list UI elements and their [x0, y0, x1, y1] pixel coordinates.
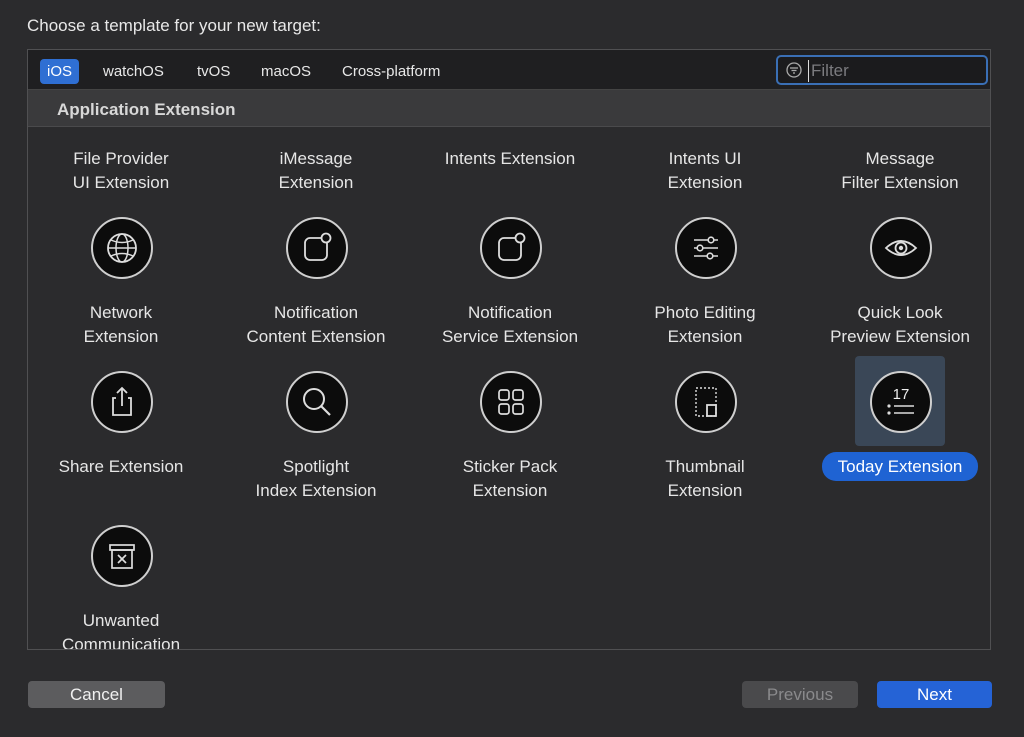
unwanted-communication-icon-tile[interactable] [76, 510, 166, 600]
template-label: Photo Editing Extension [654, 303, 756, 346]
notification-service-icon-tile[interactable] [465, 202, 555, 292]
tab-watchos[interactable]: watchOS [96, 59, 171, 84]
notification-icon [480, 217, 542, 279]
template-label: Intents UI Extension [667, 149, 743, 192]
thumbnail-icon [675, 371, 737, 433]
template-label: Quick Look Preview Extension [830, 303, 970, 346]
share-extension-icon-tile[interactable] [76, 356, 166, 446]
template-message-filter[interactable]: Message Filter Extension [805, 147, 990, 195]
template-label: Spotlight Index Extension [255, 457, 377, 500]
magnifier-icon [286, 371, 348, 433]
tab-cross-platform[interactable]: Cross-platform [335, 59, 447, 84]
photo-editing-icon-tile[interactable] [660, 202, 750, 292]
globe-icon [91, 217, 153, 279]
tab-ios[interactable]: iOS [40, 59, 80, 84]
spotlight-icon-tile[interactable] [271, 356, 361, 446]
template-notification-service[interactable]: Notification Service Extension [415, 301, 605, 349]
calendar-icon: 17 [870, 371, 932, 433]
template-label: Today Extension [837, 457, 963, 476]
next-button[interactable]: Next [877, 681, 992, 708]
template-label: Sticker Pack Extension [462, 457, 558, 500]
notification-content-icon-tile[interactable] [271, 202, 361, 292]
tab-macos[interactable]: macOS [254, 59, 318, 84]
previous-button[interactable]: Previous [742, 681, 858, 708]
thumbnail-icon-tile[interactable] [660, 356, 750, 446]
section-header: Application Extension [28, 90, 990, 127]
template-label: Message Filter Extension [841, 149, 959, 192]
template-label: File Provider UI Extension [72, 149, 170, 192]
template-file-provider-ui[interactable]: File Provider UI Extension [28, 147, 216, 195]
template-intents-ui[interactable]: Intents UI Extension [610, 147, 800, 195]
template-label: Notification Service Extension [441, 303, 579, 346]
filter-icon [786, 62, 802, 78]
template-notification-content[interactable]: Notification Content Extension [221, 301, 411, 349]
template-network[interactable]: Network Extension [28, 301, 216, 349]
cancel-button[interactable]: Cancel [28, 681, 165, 708]
template-sticker-pack[interactable]: Sticker Pack Extension [415, 455, 605, 503]
today-extension-icon-tile[interactable]: 17 [855, 356, 945, 446]
platform-tabbar: iOS watchOS tvOS macOS Cross-platform [28, 50, 990, 90]
template-label: Unwanted Communication [61, 611, 181, 650]
template-label: Thumbnail Extension [665, 457, 745, 500]
template-thumbnail[interactable]: Thumbnail Extension [610, 455, 800, 503]
sticker-pack-icon-tile[interactable] [465, 356, 555, 446]
template-quick-look[interactable]: Quick Look Preview Extension [805, 301, 990, 349]
quick-look-icon-tile[interactable] [855, 202, 945, 292]
template-label: Intents Extension [444, 149, 576, 168]
share-icon [91, 371, 153, 433]
grid-icon [480, 371, 542, 433]
network-extension-icon-tile[interactable] [76, 202, 166, 292]
template-label: Notification Content Extension [246, 303, 386, 346]
dialog-title: Choose a template for your new target: [27, 16, 321, 35]
filter-field[interactable] [776, 55, 988, 85]
template-intents[interactable]: Intents Extension [415, 147, 605, 171]
sliders-icon [675, 217, 737, 279]
template-imessage[interactable]: iMessage Extension [221, 147, 411, 195]
template-label: iMessage Extension [278, 149, 354, 192]
template-spotlight[interactable]: Spotlight Index Extension [221, 455, 411, 503]
template-panel: iOS watchOS tvOS macOS Cross-platform Ap… [27, 49, 991, 650]
template-photo-editing[interactable]: Photo Editing Extension [610, 301, 800, 349]
section-title: Application Extension [57, 100, 236, 119]
template-today-selected[interactable]: Today Extension [822, 452, 978, 481]
template-unwanted-communication[interactable]: Unwanted Communication [28, 609, 216, 650]
template-label: Network Extension [83, 303, 159, 346]
svg-text:17: 17 [893, 386, 910, 403]
template-share[interactable]: Share Extension [28, 455, 216, 479]
template-label: Share Extension [58, 457, 184, 476]
tab-tvos[interactable]: tvOS [190, 59, 237, 84]
notification-icon [286, 217, 348, 279]
eye-icon [870, 217, 932, 279]
junk-box-icon [91, 525, 153, 587]
filter-input[interactable] [808, 60, 983, 82]
